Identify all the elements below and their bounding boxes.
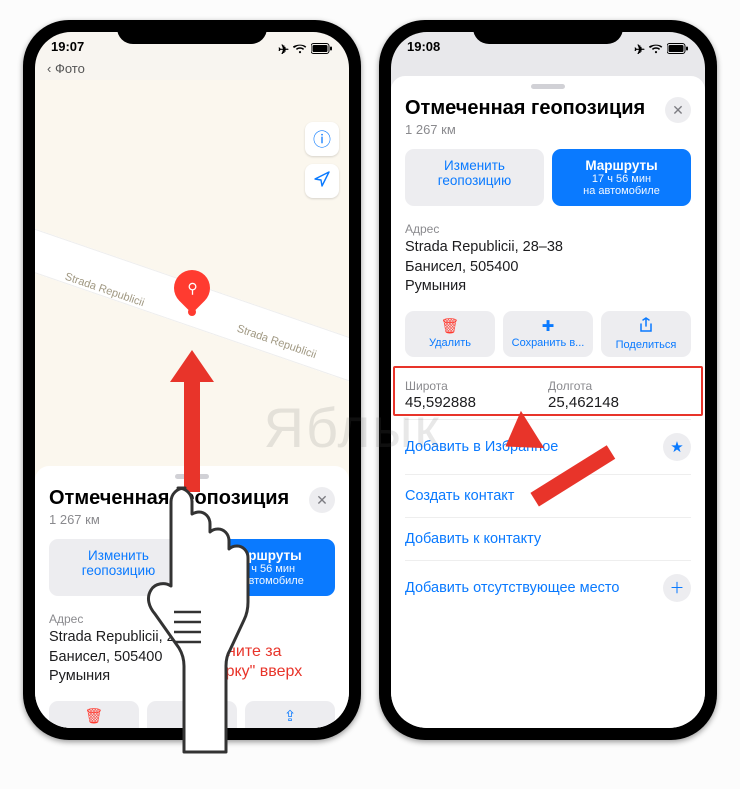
latitude-value: 45,592888 (405, 394, 548, 411)
sheet-distance: 1 267 км (405, 122, 645, 137)
latitude-label: Широта (405, 379, 548, 393)
map-pin[interactable]: ⚲ (174, 270, 210, 316)
battery-icon (311, 42, 333, 57)
edit-location-button[interactable]: Изменить геопозицию (49, 539, 188, 596)
routes-button[interactable]: Маршруты 17 ч 56 мин на автомобиле (552, 149, 691, 206)
close-button[interactable]: ✕ (309, 487, 335, 513)
wifi-icon (293, 42, 307, 57)
drag-handle[interactable] (531, 84, 565, 89)
status-time: 19:07 (51, 39, 84, 60)
annotation-arrow (521, 444, 611, 460)
plus-square-icon: ✚ (507, 317, 589, 335)
sheet-distance: 1 267 км (49, 512, 289, 527)
share-button[interactable]: ⇪ (245, 701, 335, 728)
notch (473, 20, 623, 44)
status-time: 19:08 (407, 39, 440, 60)
delete-button[interactable]: 🗑 Удалить (405, 311, 495, 357)
screen-right: 19:08 ✈︎ Отмеченная геопозиция 1 267 км (391, 32, 705, 728)
back-link[interactable]: ‹ Фото (35, 60, 349, 80)
plus-icon: ＋ (663, 574, 691, 602)
close-icon: ✕ (672, 102, 684, 119)
locate-button[interactable] (305, 164, 339, 198)
info-button[interactable]: ⓘ (305, 122, 339, 156)
close-button[interactable]: ✕ (665, 97, 691, 123)
full-sheet[interactable]: Отмеченная геопозиция 1 267 км ✕ Изменит… (391, 76, 705, 728)
share-button[interactable]: Поделиться (601, 311, 691, 357)
coordinates-row: Широта 45,592888 Долгота 25,462148 (405, 371, 691, 419)
routes-button[interactable]: Маршруты 17 ч 56 мин на автомобиле (196, 539, 335, 596)
close-icon: ✕ (316, 492, 328, 509)
add-missing-place-row[interactable]: Добавить отсутствующее место ＋ (405, 560, 691, 615)
trash-icon: 🗑 (53, 707, 135, 725)
address-label: Адрес (405, 222, 691, 236)
save-button[interactable]: ✚ Сохранить в... (503, 311, 593, 357)
plus-icon: ＋ (151, 707, 233, 728)
airplane-icon: ✈︎ (634, 42, 645, 58)
add-to-contact-row[interactable]: Добавить к контакту (405, 517, 691, 560)
instruction-text: Потяните за "шторку" вверх (191, 642, 321, 682)
longitude-value: 25,462148 (548, 394, 691, 411)
airplane-icon: ✈︎ (278, 42, 289, 58)
sheet-title: Отмеченная геопозиция (405, 97, 645, 120)
wifi-icon (649, 42, 663, 57)
phone-left: 19:07 ✈︎ ‹ Фото ⓘ Strada Re (23, 20, 361, 740)
annotation-arrow-up (170, 350, 214, 492)
bottom-sheet[interactable]: Отмеченная геопозиция 1 267 км ✕ Изменит… (35, 466, 349, 728)
share-icon: ⇪ (249, 707, 331, 725)
save-button[interactable]: ＋ (147, 701, 237, 728)
screen-left: 19:07 ✈︎ ‹ Фото ⓘ Strada Re (35, 32, 349, 728)
status-icons: ✈︎ (634, 39, 689, 60)
status-icons: ✈︎ (278, 39, 333, 60)
address-label: Адрес (49, 612, 335, 626)
longitude-label: Долгота (548, 379, 691, 393)
delete-button[interactable]: 🗑 Удалить (49, 701, 139, 728)
notch (117, 20, 267, 44)
edit-location-button[interactable]: Изменить геопозицию (405, 149, 544, 206)
location-arrow-icon (314, 171, 330, 192)
address-text: Strada Republicii, 28–38 Банисел, 505400… (405, 238, 691, 297)
map[interactable]: ⓘ Strada Republicii Strada Republicii ⚲ … (35, 80, 349, 510)
star-icon: ★ (663, 433, 691, 461)
share-icon (605, 317, 687, 337)
trash-icon: 🗑 (409, 317, 491, 335)
info-icon: ⓘ (313, 126, 331, 152)
battery-icon (667, 42, 689, 57)
phone-right: 19:08 ✈︎ Отмеченная геопозиция 1 267 км (379, 20, 717, 740)
pin-icon: ⚲ (187, 280, 197, 297)
